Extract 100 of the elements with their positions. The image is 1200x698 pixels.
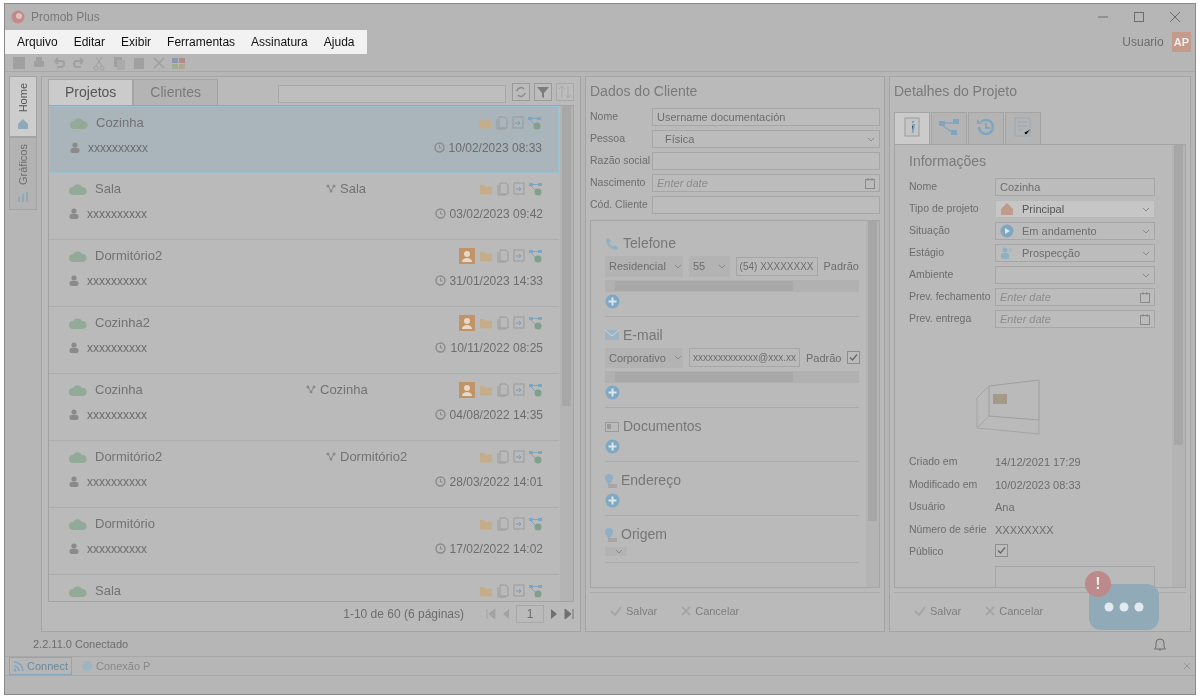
dropdown[interactable] <box>995 266 1155 284</box>
taskbar-tab[interactable]: Connect <box>9 656 72 676</box>
maximize-icon[interactable] <box>1133 11 1145 23</box>
share-icon[interactable] <box>529 516 543 531</box>
add-icon[interactable] <box>605 293 620 309</box>
undo-icon[interactable] <box>51 54 67 71</box>
export-icon[interactable] <box>512 116 524 130</box>
calendar-icon[interactable] <box>865 177 875 189</box>
export-icon[interactable] <box>513 316 525 330</box>
text-field[interactable]: Cozinha <box>995 178 1155 196</box>
share-icon[interactable] <box>529 315 543 330</box>
person-icon <box>69 275 79 286</box>
share-icon[interactable] <box>529 181 543 196</box>
copy-icon[interactable] <box>497 315 509 330</box>
copy-icon[interactable] <box>496 115 508 130</box>
checkbox[interactable] <box>995 544 1008 557</box>
export-icon[interactable] <box>513 182 525 196</box>
user-avatar[interactable]: AP <box>1171 31 1191 53</box>
refresh-icon[interactable] <box>512 83 530 101</box>
calendar-icon[interactable] <box>1140 291 1150 303</box>
project-row[interactable]: Cozinha xxxxxxxxxx 10/02/2023 08:33 <box>49 106 559 173</box>
person-card-icon[interactable] <box>459 314 475 331</box>
add-icon[interactable] <box>605 385 620 401</box>
last-page-icon[interactable] <box>564 608 574 620</box>
page-field[interactable]: 1 <box>516 605 544 623</box>
next-page-icon[interactable] <box>550 608 558 620</box>
calendar-icon[interactable] <box>1140 313 1150 325</box>
checkbox[interactable] <box>847 351 861 365</box>
side-tab[interactable]: Gráficos <box>9 137 37 211</box>
export-icon[interactable] <box>513 383 525 397</box>
folder-icon[interactable] <box>479 249 493 262</box>
share-icon[interactable] <box>529 248 543 263</box>
save-icon[interactable] <box>11 54 27 71</box>
project-row[interactable]: Cozinha2 xxxxxxxxxx 10/11/2022 08:25 <box>49 307 559 374</box>
share-icon[interactable] <box>529 583 543 598</box>
email-field[interactable]: xxxxxxxxxxxxx@xxx.xx <box>689 348 800 368</box>
field-label: Número de série <box>909 521 988 537</box>
copy-icon[interactable] <box>497 516 509 531</box>
pin-icon <box>605 473 617 488</box>
menu-item[interactable]: Ferramentas <box>159 33 244 51</box>
tab[interactable]: Projetos <box>48 79 134 105</box>
tab[interactable]: Clientes <box>133 79 218 105</box>
folder-icon[interactable] <box>479 450 493 463</box>
dropdown[interactable]: Prospecção <box>995 244 1155 262</box>
scrollbar[interactable] <box>560 106 573 601</box>
folder-icon[interactable] <box>479 584 493 597</box>
menu-item[interactable]: Arquivo <box>9 33 66 51</box>
menu-item[interactable]: Editar <box>65 33 114 51</box>
delete-icon[interactable] <box>151 54 167 71</box>
copy-icon[interactable] <box>497 181 509 196</box>
copy-icon[interactable] <box>111 54 127 71</box>
folder-icon[interactable] <box>479 383 493 396</box>
side-tab[interactable]: Home <box>9 76 37 138</box>
add-icon[interactable] <box>605 493 620 509</box>
redo-icon[interactable] <box>71 54 87 71</box>
project-row[interactable]: Dormitório xxxxxxxxxx 17/02/2022 14:02 <box>49 508 559 575</box>
cut-icon[interactable] <box>91 54 107 71</box>
project-row[interactable]: Sala Sala xxxxxxxxxx 03/02/2023 09:42 <box>49 173 559 240</box>
folder-icon[interactable] <box>479 316 493 329</box>
phone-field[interactable]: (54) XXXXXXXX <box>735 256 818 276</box>
close-icon[interactable] <box>1169 11 1181 23</box>
dropdown[interactable]: Física <box>652 130 880 148</box>
share-icon[interactable] <box>529 382 543 397</box>
project-row[interactable]: Dormitório2 Dormitório2 xxxxxxxxxx 28/03/2022 14:01 <box>49 441 559 508</box>
copy-icon[interactable] <box>497 248 509 263</box>
folder-icon[interactable] <box>478 116 492 129</box>
menu-item[interactable]: Ajuda <box>315 33 363 51</box>
folder-icon[interactable] <box>479 517 493 530</box>
filter-icon[interactable] <box>534 83 552 101</box>
bell-icon[interactable] <box>1153 637 1167 651</box>
dropdown[interactable]: Residencial <box>605 256 683 277</box>
person-card-icon[interactable] <box>459 247 475 264</box>
dropdown[interactable]: Em andamento <box>995 222 1155 240</box>
user-name[interactable]: Usuario <box>1122 33 1164 51</box>
copy-icon[interactable] <box>497 382 509 397</box>
text-field[interactable]: Username documentación <box>652 108 880 126</box>
menu-item[interactable]: Exibir <box>113 33 160 51</box>
project-row[interactable]: Cozinha Cozinha xxxxxxxxxx 04/08/2022 14:35 <box>49 374 559 441</box>
project-name: Sala <box>95 180 122 198</box>
copy-icon[interactable] <box>497 583 509 598</box>
person-card-icon[interactable] <box>459 381 475 398</box>
share-icon[interactable] <box>528 115 542 130</box>
menu-item[interactable]: Assinatura <box>243 33 316 51</box>
project-row[interactable]: Dormitório2 xxxxxxxxxx 31/01/2023 14:33 <box>49 240 559 307</box>
tab[interactable] <box>968 112 1004 144</box>
tab[interactable] <box>894 112 930 144</box>
dropdown[interactable]: 55 <box>689 256 730 277</box>
tab[interactable] <box>1005 112 1041 144</box>
dropdown[interactable] <box>605 547 627 556</box>
share-icon[interactable] <box>529 449 543 464</box>
export-icon[interactable] <box>513 584 525 598</box>
export-icon[interactable] <box>513 249 525 263</box>
copy-icon[interactable] <box>497 449 509 464</box>
dropdown[interactable]: Corporativo <box>605 347 683 368</box>
export-icon[interactable] <box>513 450 525 464</box>
add-icon[interactable] <box>605 439 620 455</box>
export-icon[interactable] <box>513 517 525 531</box>
folder-icon[interactable] <box>479 182 493 195</box>
tab[interactable] <box>931 112 967 144</box>
close-icon[interactable] <box>1183 662 1191 670</box>
